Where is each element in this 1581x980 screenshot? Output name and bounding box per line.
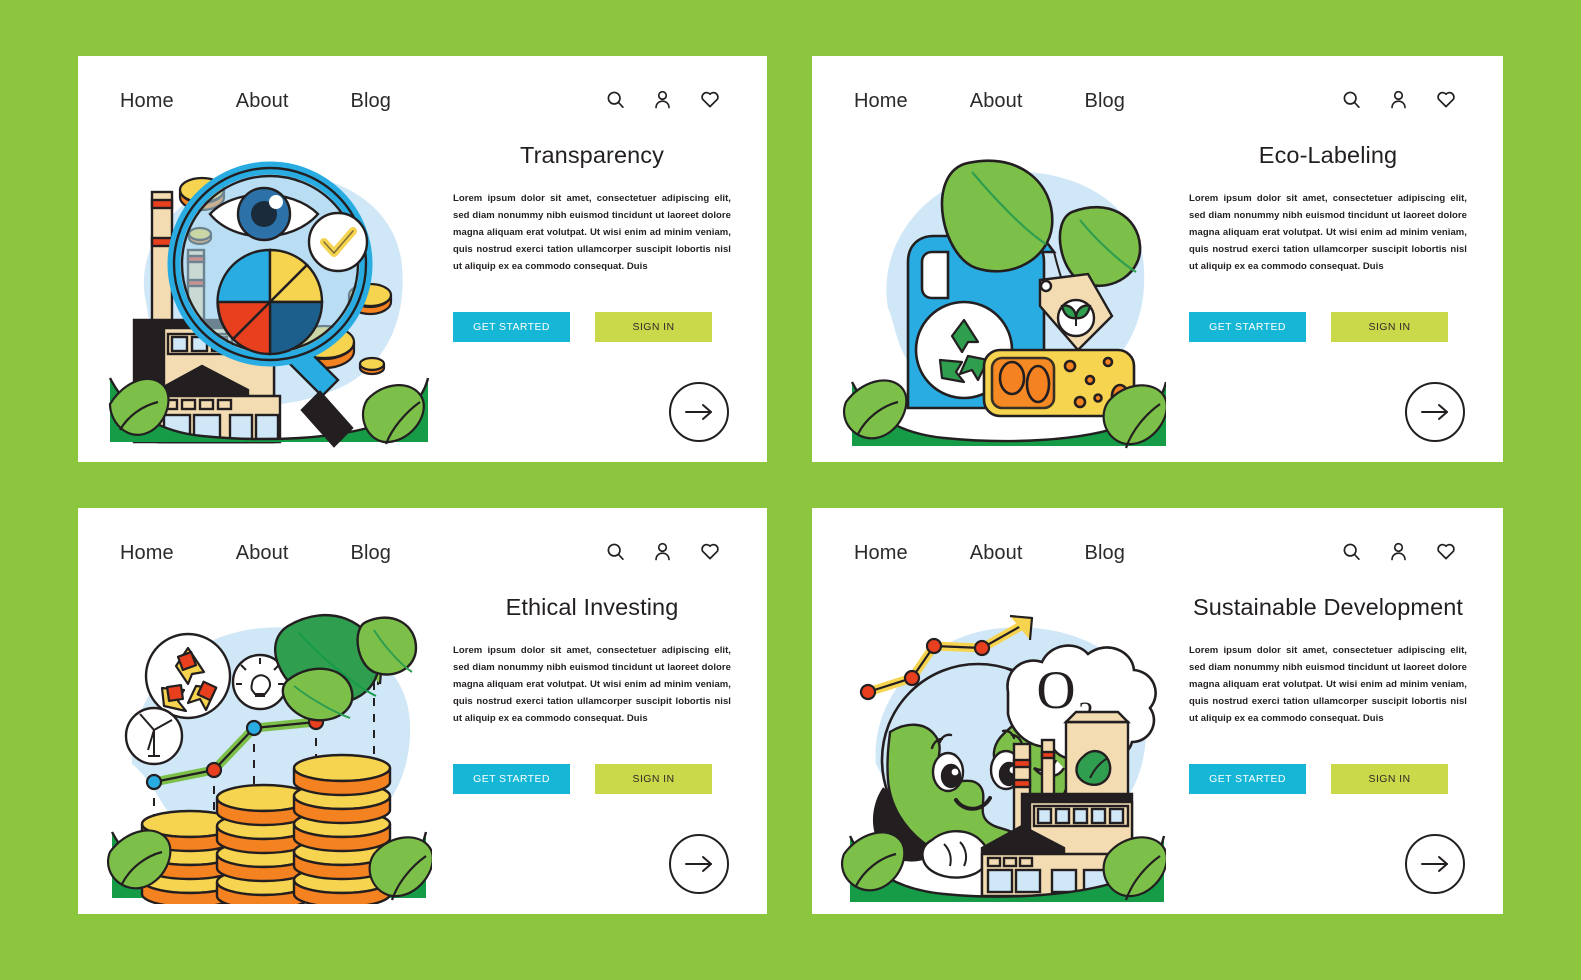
user-icon[interactable]: [1388, 89, 1409, 110]
button-row: GET STARTED SIGN IN: [1189, 763, 1467, 794]
poster-stage: Home About Blog Transparency Lorem ipsum…: [0, 0, 1581, 980]
arrow-right-icon: [685, 404, 712, 420]
next-arrow-button[interactable]: [669, 382, 729, 442]
sign-in-button[interactable]: SIGN IN: [595, 763, 712, 794]
card-sustainable-development: Home About Blog O Sustainable Developmen…: [812, 508, 1503, 914]
button-row: GET STARTED SIGN IN: [1189, 311, 1467, 342]
nav-link-about[interactable]: About: [970, 542, 1023, 565]
sign-in-button[interactable]: SIGN IN: [1331, 311, 1448, 342]
button-row: GET STARTED SIGN IN: [453, 311, 731, 342]
card-content: Transparency Lorem ipsum dolor sit amet,…: [453, 142, 731, 342]
illustration-transparency: [102, 152, 432, 452]
user-icon[interactable]: [652, 541, 673, 562]
card-eco-labeling: Home About Blog Eco-Labeling Lorem ipsum…: [812, 56, 1503, 462]
heart-icon[interactable]: [1435, 540, 1457, 562]
search-icon[interactable]: [605, 89, 626, 110]
nav-link-blog[interactable]: Blog: [1085, 90, 1125, 113]
nav-icons: [1341, 540, 1457, 562]
o2-label: O: [1037, 660, 1076, 720]
nav-icons: [605, 540, 721, 562]
navbar: Home About Blog: [812, 542, 1503, 565]
nav-link-about[interactable]: About: [970, 90, 1023, 113]
sign-in-button[interactable]: SIGN IN: [1331, 763, 1448, 794]
next-arrow-button[interactable]: [1405, 382, 1465, 442]
navbar: Home About Blog: [78, 542, 767, 565]
illustration-eco-labeling: [836, 152, 1166, 452]
nav-link-home[interactable]: Home: [120, 90, 174, 113]
navbar: Home About Blog: [78, 90, 767, 113]
button-row: GET STARTED SIGN IN: [453, 763, 731, 794]
next-arrow-button[interactable]: [1405, 834, 1465, 894]
sign-in-button[interactable]: SIGN IN: [595, 311, 712, 342]
heart-icon[interactable]: [699, 88, 721, 110]
nav-link-home[interactable]: Home: [854, 542, 908, 565]
card-content: Sustainable Development Lorem ipsum dolo…: [1189, 594, 1467, 794]
nav-link-about[interactable]: About: [236, 542, 289, 565]
nav-icons: [605, 88, 721, 110]
nav-link-home[interactable]: Home: [854, 90, 908, 113]
nav-links: Home About Blog: [854, 90, 1187, 113]
search-icon[interactable]: [1341, 89, 1362, 110]
get-started-button[interactable]: GET STARTED: [453, 311, 570, 342]
card-transparency: Home About Blog Transparency Lorem ipsum…: [78, 56, 767, 462]
nav-link-about[interactable]: About: [236, 90, 289, 113]
user-icon[interactable]: [652, 89, 673, 110]
get-started-button[interactable]: GET STARTED: [1189, 763, 1306, 794]
nav-link-blog[interactable]: Blog: [351, 90, 391, 113]
page-title: Ethical Investing: [505, 594, 679, 620]
card-ethical-investing: Home About Blog Ethical Investing Lorem …: [78, 508, 767, 914]
nav-links: Home About Blog: [120, 542, 453, 565]
body-paragraph: Lorem ipsum dolor sit amet, consectetuer…: [453, 193, 731, 272]
nav-links: Home About Blog: [120, 90, 453, 113]
body-paragraph: Lorem ipsum dolor sit amet, consectetuer…: [1189, 645, 1467, 724]
page-title: Eco-Labeling: [1258, 142, 1398, 168]
get-started-button[interactable]: GET STARTED: [453, 763, 570, 794]
navbar: Home About Blog: [812, 90, 1503, 113]
arrow-right-icon: [1421, 404, 1448, 420]
nav-link-blog[interactable]: Blog: [1085, 542, 1125, 565]
body-paragraph: Lorem ipsum dolor sit amet, consectetuer…: [1189, 193, 1467, 272]
search-icon[interactable]: [1341, 541, 1362, 562]
card-content: Ethical Investing Lorem ipsum dolor sit …: [453, 594, 731, 794]
arrow-right-icon: [685, 856, 712, 872]
illustration-sustainable-development: O 2: [836, 604, 1166, 904]
get-started-button[interactable]: GET STARTED: [1189, 311, 1306, 342]
illustration-ethical-investing: [102, 604, 432, 904]
nav-links: Home About Blog: [854, 542, 1187, 565]
search-icon[interactable]: [605, 541, 626, 562]
nav-link-blog[interactable]: Blog: [351, 542, 391, 565]
card-content: Eco-Labeling Lorem ipsum dolor sit amet,…: [1189, 142, 1467, 342]
arrow-right-icon: [1421, 856, 1448, 872]
body-paragraph: Lorem ipsum dolor sit amet, consectetuer…: [453, 645, 731, 724]
heart-icon[interactable]: [699, 540, 721, 562]
page-title: Transparency: [519, 142, 664, 168]
page-title: Sustainable Development: [1192, 594, 1464, 620]
heart-icon[interactable]: [1435, 88, 1457, 110]
nav-icons: [1341, 88, 1457, 110]
user-icon[interactable]: [1388, 541, 1409, 562]
next-arrow-button[interactable]: [669, 834, 729, 894]
nav-link-home[interactable]: Home: [120, 542, 174, 565]
